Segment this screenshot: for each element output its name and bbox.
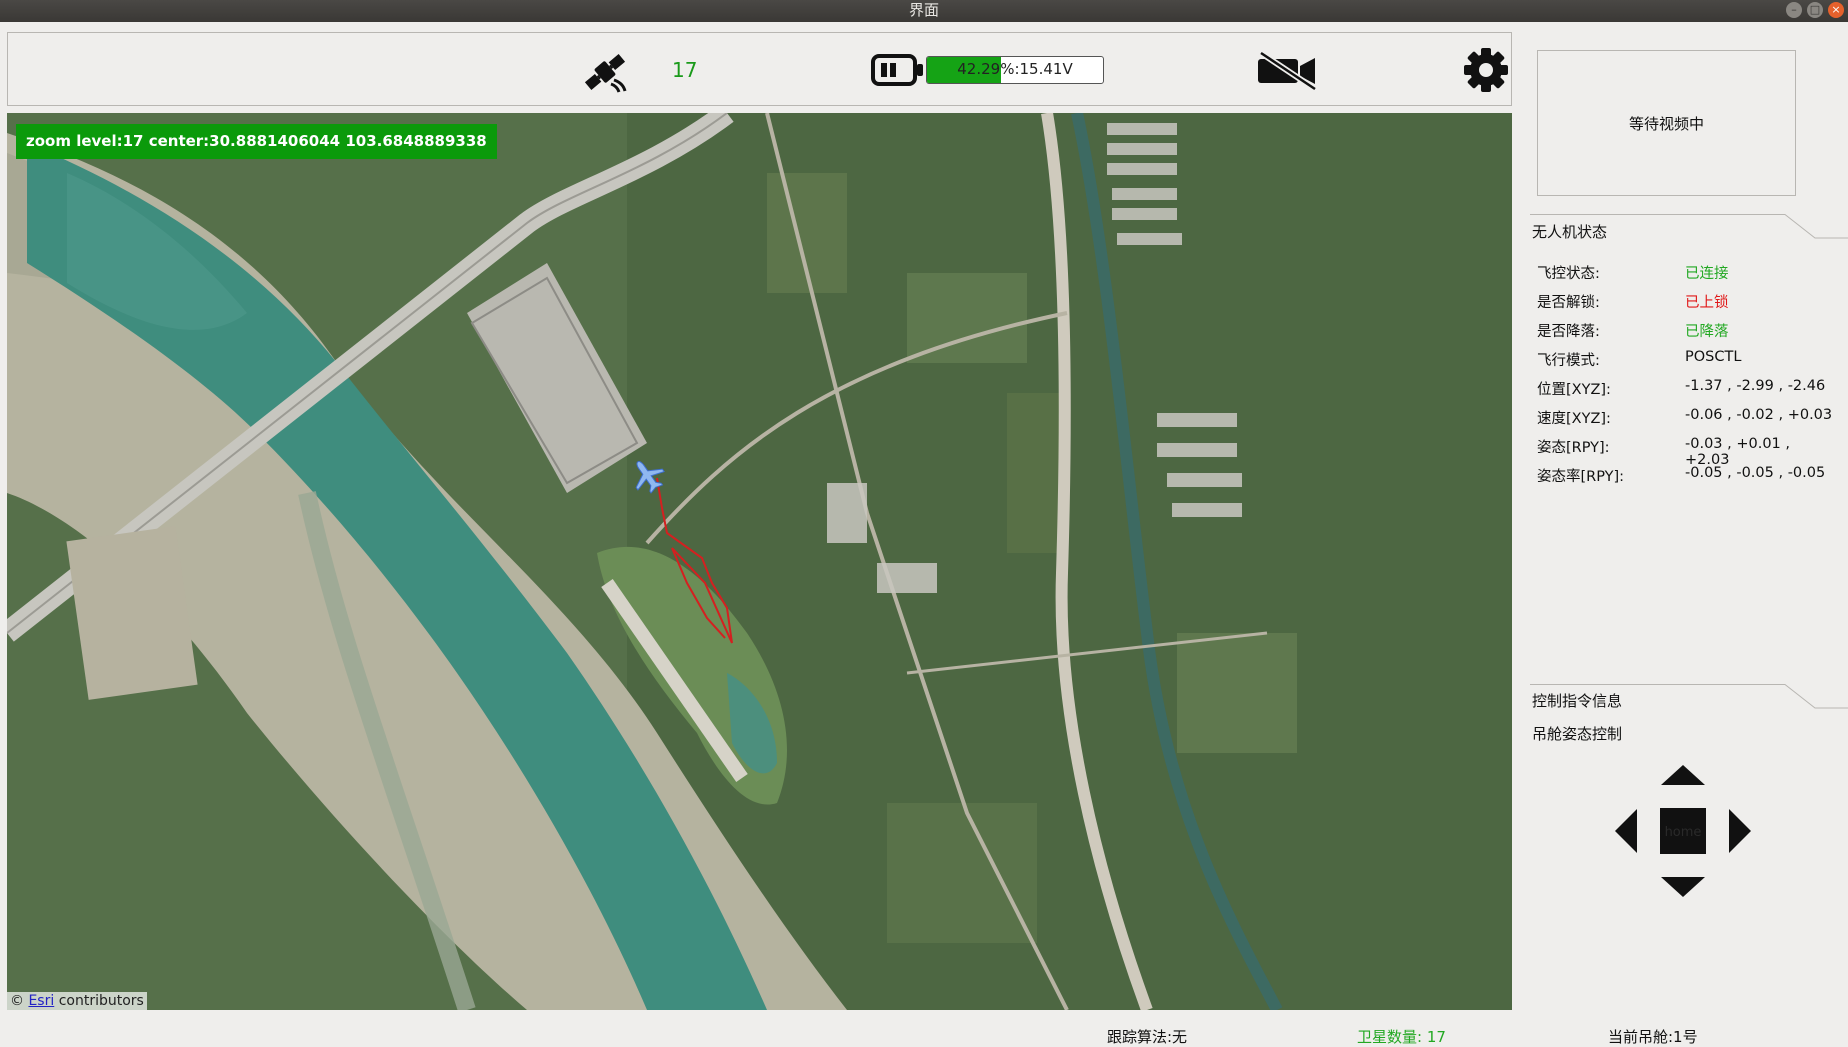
gimbal-control-label: 吊舱姿态控制 <box>1532 725 1623 743</box>
down-arrow-button[interactable] <box>1661 877 1705 897</box>
left-arrow-button[interactable] <box>1615 809 1637 853</box>
video-panel: 等待视频中 <box>1537 50 1796 196</box>
battery-level-bar: 42.29%:15.41V <box>926 56 1104 84</box>
status-label: 飞行模式: <box>1537 353 1600 369</box>
status-row-mode: 飞行模式: POSCTL <box>1537 349 1837 373</box>
gear-icon[interactable] <box>1463 47 1509 93</box>
status-row-armed: 是否解锁: 已上锁 <box>1537 291 1837 315</box>
attribution-prefix: © <box>10 993 24 1009</box>
status-label: 姿态[RPY]: <box>1537 440 1610 456</box>
status-row-fc: 飞控状态: 已连接 <box>1537 262 1837 286</box>
current-pod: 当前吊舱:1号 <box>1608 1028 1698 1046</box>
attribution-link[interactable]: Esri <box>28 993 54 1009</box>
status-row-attitude-rate: 姿态率[RPY]: -0.05 , -0.05 , -0.05 <box>1537 465 1837 489</box>
status-label: 速度[XYZ]: <box>1537 411 1611 427</box>
control-divider <box>1530 684 1848 709</box>
status-row-position: 位置[XYZ]: -1.37 , -2.99 , -2.46 <box>1537 378 1837 402</box>
camera-off-icon[interactable] <box>1255 49 1321 91</box>
status-label: 飞控状态: <box>1537 266 1600 282</box>
video-placeholder-text: 等待视频中 <box>1628 114 1704 133</box>
status-value: POSCTL <box>1685 349 1742 365</box>
window-title: 界面 <box>908 1 939 19</box>
minimize-button[interactable]: – <box>1786 2 1802 18</box>
status-value: -0.05 , -0.05 , -0.05 <box>1685 465 1826 481</box>
status-label: 是否解锁: <box>1537 295 1600 311</box>
attribution-suffix: contributors <box>58 993 144 1009</box>
status-value: 已上锁 <box>1685 295 1729 311</box>
close-button[interactable]: × <box>1828 2 1844 18</box>
uav-status-divider <box>1530 214 1848 239</box>
home-label: home <box>1665 825 1702 840</box>
status-label: 是否降落: <box>1537 324 1600 340</box>
satellite-map[interactable]: zoom level:17 center:30.8881406044 103.6… <box>7 113 1512 1010</box>
status-value: 已连接 <box>1685 266 1729 282</box>
window-controls: – □ × <box>1786 2 1844 18</box>
status-value: 已降落 <box>1685 324 1729 340</box>
satellite-count: 17 <box>672 58 698 82</box>
window-titlebar: 界面 – □ × <box>0 0 1848 22</box>
satellite-count-footer: 卫星数量: 17 <box>1357 1028 1446 1046</box>
maximize-button[interactable]: □ <box>1807 2 1823 18</box>
status-value: -1.37 , -2.99 , -2.46 <box>1685 378 1826 394</box>
right-arrow-button[interactable] <box>1729 809 1751 853</box>
battery-level-text: 42.29%:15.41V <box>957 60 1073 78</box>
battery-icon <box>871 54 923 86</box>
satellite-icon <box>584 54 627 93</box>
status-value: -0.03 , +0.01 , +2.03 <box>1685 436 1790 468</box>
status-row-landed: 是否降落: 已降落 <box>1537 320 1837 344</box>
up-arrow-button[interactable] <box>1661 765 1705 785</box>
direction-pad: home <box>1615 765 1751 897</box>
status-label: 姿态率[RPY]: <box>1537 469 1625 485</box>
tracking-algorithm: 跟踪算法:无 <box>1107 1028 1188 1046</box>
status-row-velocity: 速度[XYZ]: -0.06 , -0.02 , +0.03 <box>1537 407 1837 431</box>
status-value: -0.06 , -0.02 , +0.03 <box>1685 407 1833 423</box>
map-attribution: © Esri contributors <box>7 992 147 1010</box>
top-toolbar: 17 42.29%:15.41V <box>7 32 1512 106</box>
status-row-attitude: 姿态[RPY]: -0.03 , +0.01 , +2.03 <box>1537 436 1837 468</box>
map-imagery <box>7 113 1512 1010</box>
status-label: 位置[XYZ]: <box>1537 382 1611 398</box>
zoom-center-label: zoom level:17 center:30.8881406044 103.6… <box>16 124 497 159</box>
